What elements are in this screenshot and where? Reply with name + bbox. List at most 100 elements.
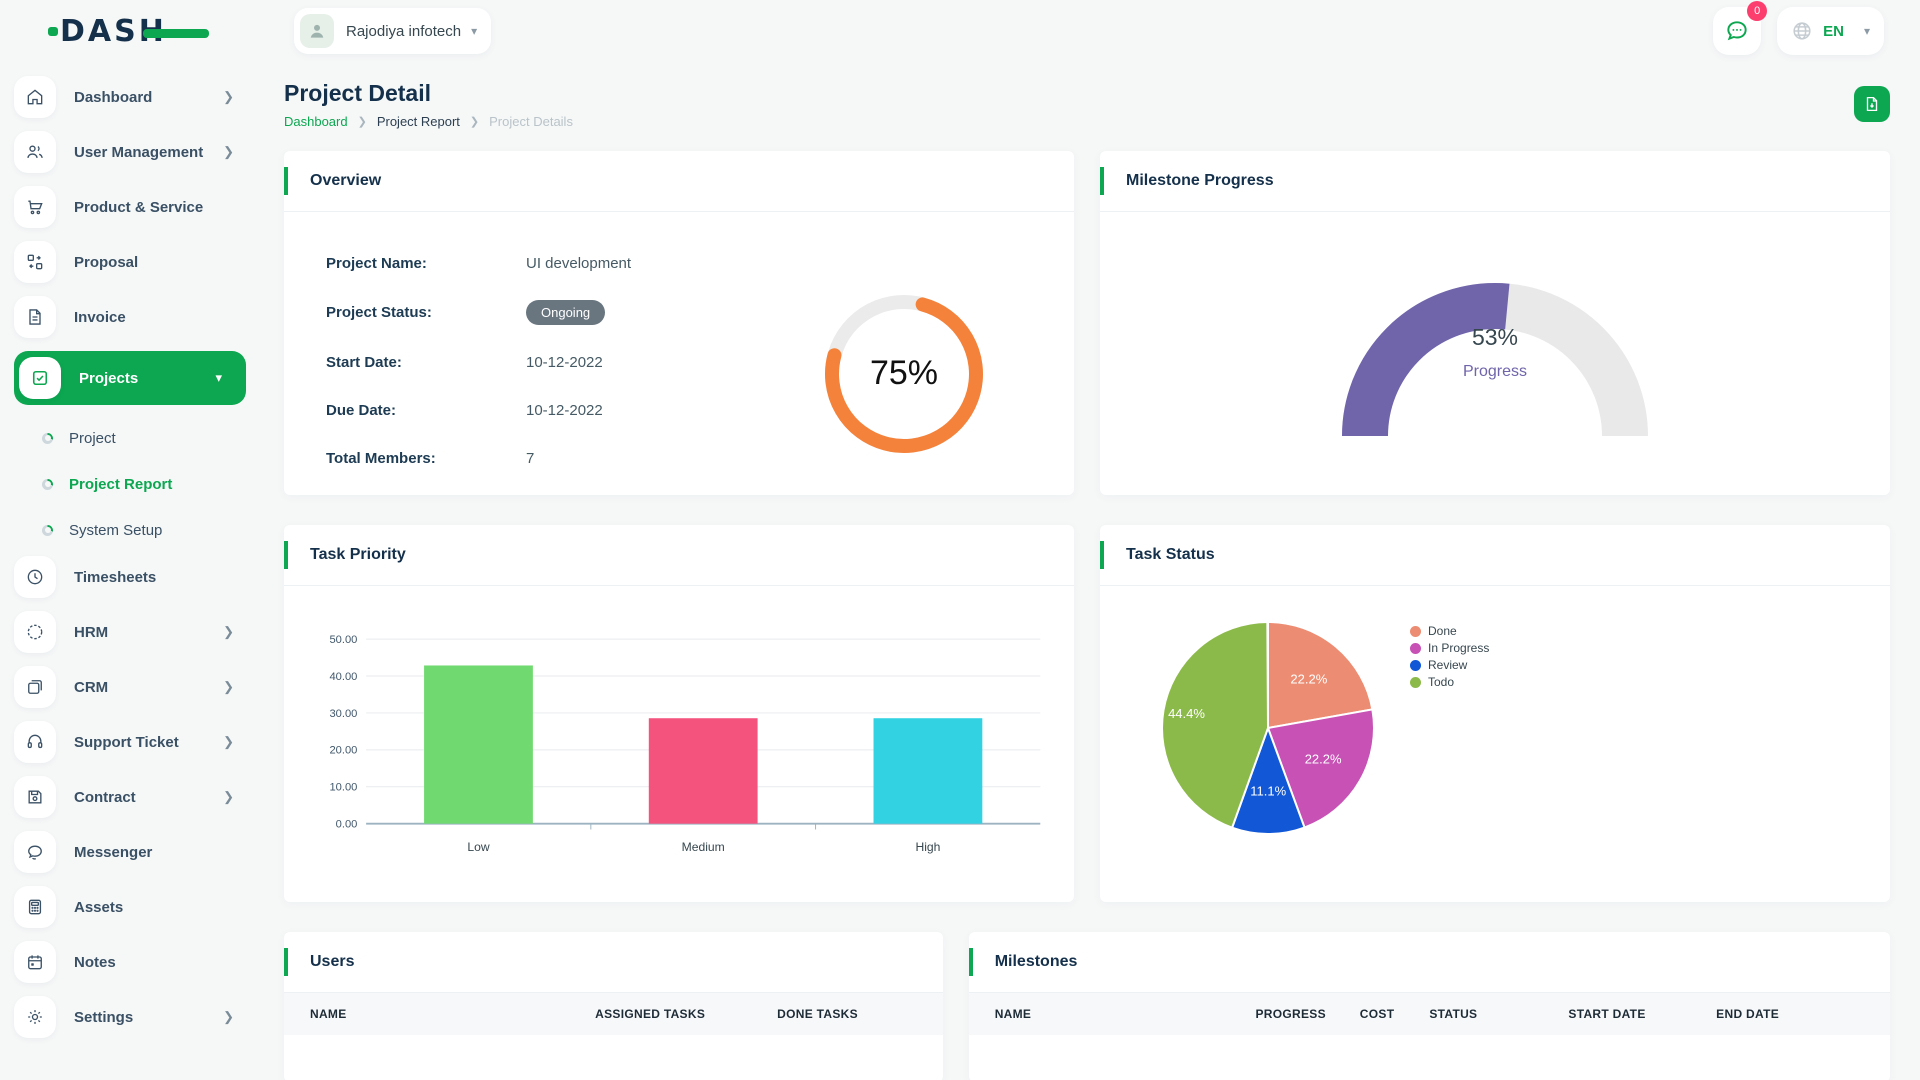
svg-text:0.00: 0.00 (336, 819, 358, 831)
proposal-icon (14, 241, 56, 283)
legend-dot-icon (1410, 677, 1421, 688)
sidebar-item-contract[interactable]: Contract ❯ (14, 776, 258, 818)
chevron-right-icon: ❯ (223, 1009, 234, 1025)
milestone-progress-card: Milestone Progress 53% Progress (1100, 151, 1890, 495)
sidebar-item-notes[interactable]: Notes (14, 941, 258, 983)
bullet-icon (42, 525, 53, 536)
checkbox-icon (19, 357, 61, 399)
logo: DASH (0, 14, 258, 49)
users-icon (14, 131, 56, 173)
language-code: EN (1823, 23, 1844, 40)
gauge-percent-label: 53% (1100, 324, 1890, 351)
topbar: DASH Rajodiya infotech ▾ 0 EN ▾ (0, 0, 1920, 62)
sidebar-item-hrm[interactable]: HRM ❯ (14, 611, 258, 653)
legend-dot-icon (1410, 660, 1421, 671)
svg-text:20.00: 20.00 (329, 745, 357, 757)
field-project-status: Project Status: Ongoing (326, 300, 794, 325)
chevron-right-icon: ❯ (223, 679, 234, 695)
col-cost: COST (1360, 1007, 1430, 1021)
col-status: STATUS (1429, 1007, 1568, 1021)
clock-icon (14, 556, 56, 598)
logo-dot-icon (48, 27, 58, 36)
legend-label: Todo (1428, 675, 1454, 689)
windows-icon (14, 666, 56, 708)
sidebar-subitem-system-setup[interactable]: System Setup (42, 510, 258, 550)
table-row (969, 1035, 1890, 1055)
breadcrumb-project-report[interactable]: Project Report (377, 114, 460, 129)
chevron-right-icon: ❯ (223, 144, 234, 160)
svg-text:22.2%: 22.2% (1290, 671, 1327, 686)
sidebar-item-messenger[interactable]: Messenger (14, 831, 258, 873)
legend-item: Todo (1410, 675, 1489, 689)
person-target-icon (14, 611, 56, 653)
sidebar-item-product-service[interactable]: Product & Service (14, 186, 258, 228)
legend-label: In Progress (1428, 641, 1489, 655)
svg-text:High: High (915, 840, 940, 854)
svg-text:22.2%: 22.2% (1305, 752, 1342, 767)
sidebar-item-proposal[interactable]: Proposal (14, 241, 258, 283)
sidebar-item-settings[interactable]: Settings ❯ (14, 996, 258, 1038)
svg-text:30.00: 30.00 (329, 708, 357, 720)
col-name: NAME (310, 1007, 595, 1021)
field-due-date: Due Date: 10-12-2022 (326, 399, 794, 421)
company-selector[interactable]: Rajodiya infotech ▾ (294, 8, 491, 54)
messages-button[interactable]: 0 (1713, 7, 1761, 55)
field-project-name: Project Name: UI development (326, 252, 794, 274)
milestone-gauge: 53% Progress (1100, 212, 1890, 456)
person-icon (307, 21, 327, 41)
breadcrumb-current: Project Details (489, 114, 573, 129)
sidebar-subitem-project-report[interactable]: Project Report (42, 464, 258, 504)
overview-title: Overview (310, 172, 381, 189)
chevron-down-icon: ▾ (215, 370, 222, 386)
breadcrumb-dashboard[interactable]: Dashboard (284, 114, 348, 129)
svg-text:10.00: 10.00 (329, 782, 357, 794)
col-assigned-tasks: ASSIGNED TASKS (595, 1007, 777, 1021)
export-button[interactable] (1854, 86, 1890, 122)
milestone-progress-title: Milestone Progress (1126, 172, 1274, 189)
legend-item: In Progress (1410, 641, 1489, 655)
file-export-icon (1863, 95, 1881, 113)
sidebar-item-assets[interactable]: Assets (14, 886, 258, 928)
sidebar: Dashboard ❯ User Management ❯ Product & … (0, 62, 258, 1080)
svg-text:44.4%: 44.4% (1168, 706, 1205, 721)
chevron-down-icon: ▾ (471, 24, 477, 38)
calculator-icon (14, 886, 56, 928)
company-avatar (300, 14, 334, 48)
chevron-down-icon: ▾ (1864, 24, 1870, 38)
chevron-right-icon: ❯ (223, 624, 234, 640)
col-start-date: START DATE (1568, 1007, 1716, 1021)
field-total-members: Total Members: 7 (326, 447, 794, 469)
chevron-right-icon: ❯ (470, 115, 479, 128)
legend-dot-icon (1410, 643, 1421, 654)
pie-legend: Done In Progress Review Todo (1410, 624, 1489, 844)
sidebar-item-invoice[interactable]: Invoice (14, 296, 258, 338)
legend-label: Review (1428, 658, 1467, 672)
sidebar-subitem-project[interactable]: Project (42, 418, 258, 458)
chevron-right-icon: ❯ (223, 789, 234, 805)
calendar-icon (14, 941, 56, 983)
chevron-right-icon: ❯ (223, 734, 234, 750)
chat-bubble-icon (1724, 18, 1750, 44)
language-selector[interactable]: EN ▾ (1777, 7, 1884, 55)
overview-card: Overview Project Name: UI development Pr… (284, 151, 1074, 495)
chevron-right-icon: ❯ (223, 89, 234, 105)
milestones-card: Milestones NAME PROGRESS COST STATUS STA… (969, 932, 1890, 1080)
bullet-icon (42, 479, 53, 490)
sidebar-item-timesheets[interactable]: Timesheets (14, 556, 258, 598)
donut-percent-label: 75% (870, 354, 938, 393)
globe-icon (1791, 20, 1813, 42)
chevron-right-icon: ❯ (358, 115, 367, 128)
sidebar-item-projects[interactable]: Projects ▾ (14, 351, 246, 405)
sidebar-item-crm[interactable]: CRM ❯ (14, 666, 258, 708)
home-icon (14, 76, 56, 118)
sidebar-item-user-management[interactable]: User Management ❯ (14, 131, 258, 173)
sidebar-item-support-ticket[interactable]: Support Ticket ❯ (14, 721, 258, 763)
bullet-icon (42, 433, 53, 444)
svg-text:Low: Low (467, 840, 489, 854)
legend-item: Done (1410, 624, 1489, 638)
messages-badge: 0 (1747, 1, 1767, 21)
company-name: Rajodiya infotech (346, 23, 461, 40)
task-status-card: Task Status 22.2%22.2%11.1%44.4% DoneIn … (1100, 525, 1890, 902)
sidebar-item-dashboard[interactable]: Dashboard ❯ (14, 76, 258, 118)
field-start-date: Start Date: 10-12-2022 (326, 351, 794, 373)
